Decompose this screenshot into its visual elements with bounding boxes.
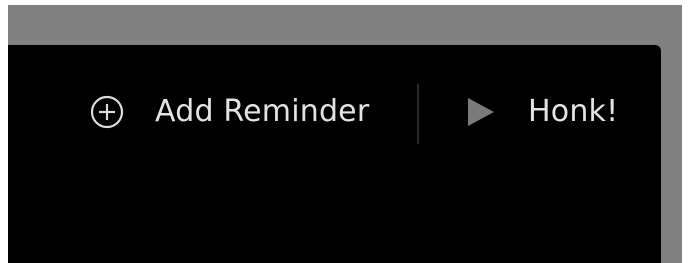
- honk-label: Honk!: [528, 94, 619, 129]
- honk-button[interactable]: Honk!: [466, 92, 618, 132]
- plus-circle-icon: [90, 95, 124, 129]
- play-icon: [466, 96, 496, 128]
- add-reminder-button[interactable]: Add Reminder: [90, 92, 369, 132]
- toolbar-divider: [417, 84, 419, 144]
- toolbar-panel: [8, 45, 661, 263]
- add-reminder-label: Add Reminder: [155, 94, 370, 129]
